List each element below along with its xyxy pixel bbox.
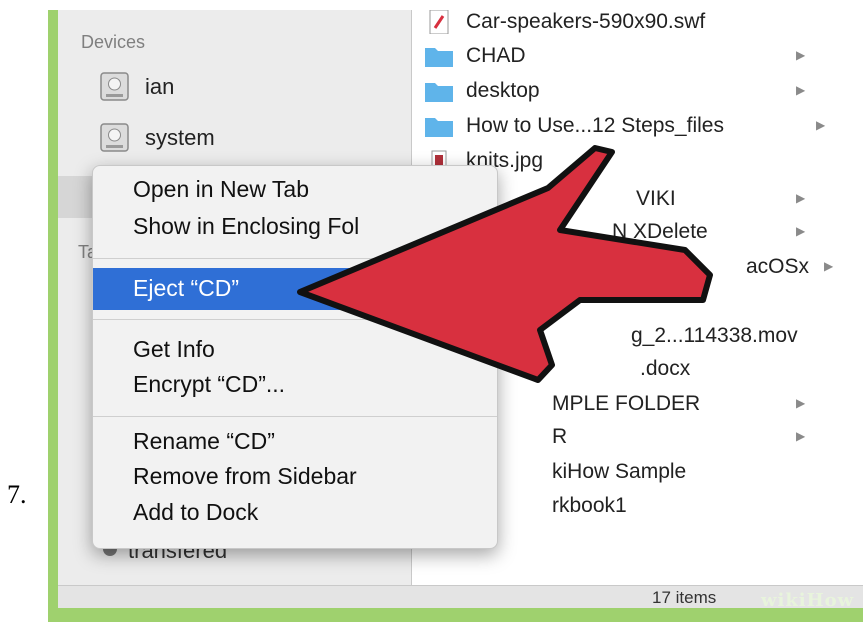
item-count: 17 items [652, 588, 717, 607]
sidebar-item-system[interactable]: system [98, 121, 215, 154]
hard-drive-icon [98, 70, 131, 103]
file-row[interactable]: desktop [424, 74, 540, 108]
chevron-right-icon: ▶ [824, 259, 834, 273]
file-row[interactable]: rkbook1 [552, 489, 627, 523]
file-row[interactable]: .docx [640, 352, 690, 386]
chevron-right-icon: ▶ [796, 191, 806, 205]
menu-item-open-in-new-tab[interactable]: Open in New Tab [133, 176, 309, 203]
chevron-right-icon: ▶ [796, 48, 806, 62]
swf-file-icon [429, 10, 449, 34]
chevron-right-icon: ▶ [796, 429, 806, 443]
file-name: .docx [640, 357, 691, 380]
file-row[interactable]: R [552, 420, 567, 454]
file-name: acOSx [746, 255, 810, 278]
chevron-right-icon: ▶ [796, 396, 806, 410]
chevron-right-icon: ▶ [796, 224, 806, 238]
file-name: rkbook1 [552, 494, 627, 517]
sidebar-item-label: system [145, 124, 215, 150]
file-row[interactable]: MPLE FOLDER [552, 387, 700, 421]
devices-heading: Devices [81, 32, 146, 52]
file-name: g_2...114338.mov [631, 324, 798, 347]
file-row[interactable]: kiHow Sample [552, 455, 686, 489]
menu-item-remove-from-sidebar[interactable]: Remove from Sidebar [133, 463, 357, 490]
file-row[interactable]: How to Use...12 Steps_files [424, 109, 724, 143]
hard-drive-icon [98, 121, 131, 154]
file-name: VIKI [636, 187, 676, 210]
context-menu: Open in New Tab Show in Enclosing Fol Ej… [92, 165, 498, 549]
file-row[interactable]: g_2...114338.mov [631, 319, 798, 353]
menu-separator [93, 416, 497, 417]
file-row[interactable]: N XDelete [612, 215, 708, 249]
menu-item-add-to-dock[interactable]: Add to Dock [133, 499, 258, 526]
file-name: R [552, 425, 568, 448]
file-name: MPLE FOLDER [552, 392, 701, 415]
menu-item-rename-cd[interactable]: Rename “CD” [133, 428, 275, 455]
file-row[interactable]: CHAD [424, 39, 526, 73]
file-name: How to Use...12 Steps_files [466, 114, 724, 137]
step-number: 7. [7, 480, 27, 509]
watermark-logo: wikiHow [761, 590, 855, 611]
file-name: N XDelete [612, 220, 708, 243]
file-name: kiHow Sample [552, 460, 687, 483]
status-bar: 17 items [58, 585, 863, 608]
menu-item-encrypt-cd[interactable]: Encrypt “CD”... [133, 371, 285, 398]
file-row[interactable]: acOSx [746, 250, 809, 284]
file-row[interactable]: Car-speakers-590x90.swf [424, 10, 705, 39]
folder-icon [425, 48, 453, 67]
chevron-right-icon: ▶ [796, 83, 806, 97]
menu-item-label: Eject “CD” [133, 275, 240, 301]
folder-icon [425, 118, 453, 137]
menu-separator [93, 319, 497, 320]
file-name: CHAD [466, 44, 526, 67]
menu-separator [93, 258, 497, 259]
file-name: desktop [466, 79, 540, 102]
sidebar-item-ian[interactable]: ian [98, 70, 174, 103]
menu-item-get-info[interactable]: Get Info [133, 336, 215, 363]
menu-item-show-in-enclosing-folder[interactable]: Show in Enclosing Fol [133, 213, 359, 240]
file-row[interactable]: VIKI [636, 182, 676, 216]
sidebar-item-label: ian [145, 73, 175, 99]
file-name: Car-speakers-590x90.swf [466, 10, 706, 33]
chevron-right-icon: ▶ [816, 118, 826, 132]
folder-icon [425, 83, 453, 102]
menu-item-eject-cd[interactable]: Eject “CD” [93, 268, 497, 310]
